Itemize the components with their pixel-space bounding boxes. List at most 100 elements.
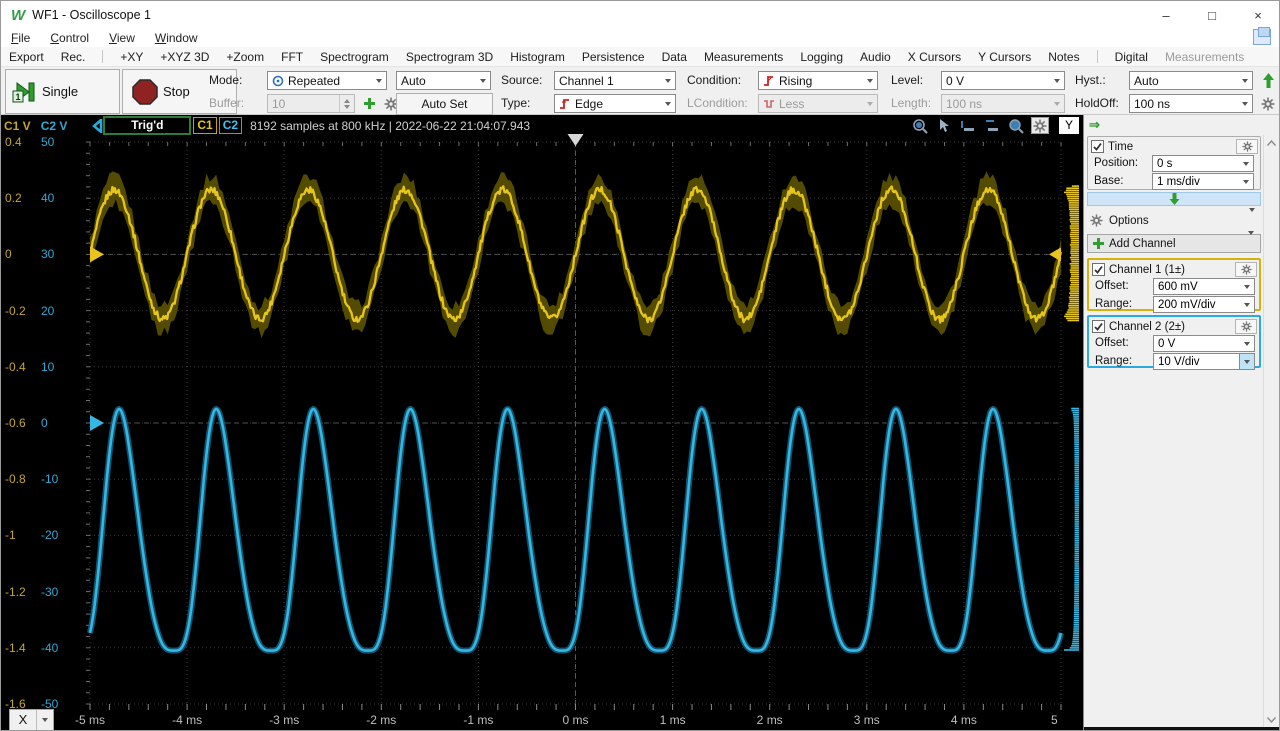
holdoff-select[interactable]: 100 ns: [1129, 94, 1253, 113]
tab-separator: [1096, 50, 1098, 63]
lcondition-label: LCondition:: [687, 96, 748, 110]
chevron-down-icon: [1049, 72, 1064, 89]
tab-rec[interactable]: Rec.: [61, 50, 86, 64]
plot-canvas[interactable]: [1, 115, 1081, 731]
channel1-group: Channel 1 (1±) Offset: 600 mV Range: 200…: [1087, 258, 1261, 313]
hyst-select[interactable]: Auto: [1129, 71, 1253, 90]
time-checkbox[interactable]: [1091, 140, 1104, 153]
tab-histogram[interactable]: Histogram: [510, 50, 565, 64]
chevron-down-icon: [475, 72, 490, 89]
tab-notes[interactable]: Notes: [1048, 50, 1079, 64]
x-axis-button[interactable]: X: [9, 709, 54, 730]
options-row[interactable]: Options: [1087, 207, 1261, 230]
chevron-down-icon: [1239, 174, 1253, 189]
tab-measurements[interactable]: Measurements: [704, 50, 783, 64]
tab-logging[interactable]: Logging: [800, 50, 843, 64]
repeated-icon: [272, 75, 284, 87]
window-title: WF1 - Oscilloscope 1: [32, 8, 151, 22]
buffer-spinner[interactable]: 10: [267, 94, 355, 113]
auto-set-button[interactable]: Auto Set: [396, 93, 493, 115]
panel-run-arrow-icon[interactable]: ⇒: [1089, 117, 1100, 133]
side-panel: ⇒ Time Position: 0 s Base: 1 ms/div Opti…: [1083, 115, 1279, 730]
channel2-gear-icon[interactable]: [1235, 319, 1257, 334]
menu-window[interactable]: Window: [155, 31, 198, 45]
length-label: Length:: [891, 96, 932, 110]
channel2-offset-label: Offset:: [1095, 337, 1129, 349]
add-channel-button[interactable]: Add Channel: [1087, 230, 1261, 253]
tab-zoom[interactable]: +Zoom: [226, 50, 264, 64]
add-channel-label: Add Channel: [1109, 237, 1176, 250]
panel-scrollbar[interactable]: [1263, 135, 1279, 727]
trigger-up-arrow-icon[interactable]: [1258, 71, 1278, 90]
scroll-up-icon[interactable]: [1264, 135, 1279, 150]
scroll-down-icon[interactable]: [1264, 712, 1279, 727]
level-select[interactable]: 0 V: [941, 71, 1065, 90]
tab-y-cursors[interactable]: Y Cursors: [978, 50, 1031, 64]
chevron-down-icon: [1240, 297, 1254, 312]
menu-view[interactable]: View: [109, 31, 135, 45]
tab-spectrogram-3d[interactable]: Spectrogram 3D: [406, 50, 493, 64]
view-tabs-bar: Export Rec. +XY +XYZ 3D +Zoom FFT Spectrogram S…: [1, 47, 1279, 67]
single-button[interactable]: 1 Single: [5, 69, 120, 114]
condition-label: Condition:: [687, 73, 742, 87]
trigger-gear-icon[interactable]: [1258, 94, 1278, 113]
menu-control[interactable]: Control: [50, 31, 89, 45]
type-select[interactable]: Edge: [554, 94, 676, 113]
chevron-down-icon: [1239, 354, 1254, 369]
channel1-offset-select[interactable]: 600 mV: [1153, 278, 1255, 295]
mdi-restore-icon[interactable]: [1253, 27, 1271, 45]
tab-spectrogram[interactable]: Spectrogram: [320, 50, 389, 64]
chevron-down-icon: [1049, 95, 1064, 112]
time-expand-bar[interactable]: [1087, 192, 1261, 206]
channel2-range-select[interactable]: 10 V/div: [1153, 353, 1255, 370]
source-select[interactable]: Channel 1: [554, 71, 676, 90]
add-buffer-icon[interactable]: [359, 94, 379, 113]
position-select[interactable]: 0 s: [1152, 155, 1254, 172]
minimize-button[interactable]: –: [1143, 1, 1189, 29]
tab-separator: [102, 50, 104, 63]
chevron-down-icon: [1239, 156, 1253, 171]
time-title: Time: [1108, 140, 1134, 153]
channel1-range-label: Range:: [1095, 298, 1133, 310]
channel1-gear-icon[interactable]: [1235, 262, 1257, 277]
menu-file[interactable]: File: [11, 31, 30, 45]
chevron-down-icon: [660, 95, 675, 112]
lcondition-select[interactable]: Less: [758, 94, 878, 113]
chevron-down-icon: [862, 95, 877, 112]
mode-select[interactable]: Repeated: [267, 71, 387, 90]
tab-audio[interactable]: Audio: [860, 50, 891, 64]
tab-persistence[interactable]: Persistence: [582, 50, 645, 64]
chevron-down-icon: [1237, 95, 1252, 112]
trigger-mode-select[interactable]: Auto: [396, 71, 491, 90]
close-button[interactable]: ×: [1235, 1, 1279, 29]
options-gear-icon: [1090, 214, 1103, 227]
waveforms-window: W WF1 - Oscilloscope 1 – □ × File Control…: [0, 0, 1280, 731]
channel2-offset-select[interactable]: 0 V: [1153, 335, 1255, 352]
tab-export[interactable]: Export: [9, 50, 44, 64]
tab-digital[interactable]: Digital: [1115, 50, 1148, 64]
time-gear-icon[interactable]: [1236, 139, 1258, 154]
channel1-range-select[interactable]: 200 mV/div: [1153, 296, 1255, 313]
plus-icon: [1093, 238, 1104, 249]
tab-fft[interactable]: FFT: [281, 50, 303, 64]
tab-xy[interactable]: +XY: [120, 50, 143, 64]
green-down-arrow-icon: [1169, 193, 1179, 205]
chevron-down-icon: [1240, 336, 1254, 351]
spinner-arrows-icon[interactable]: [339, 95, 354, 112]
maximize-button[interactable]: □: [1189, 1, 1235, 29]
source-label: Source:: [501, 73, 543, 87]
channel2-checkbox[interactable]: [1092, 320, 1105, 333]
tab-measurements-2[interactable]: Measurements: [1165, 50, 1244, 64]
length-select[interactable]: 100 ns: [941, 94, 1065, 113]
base-select[interactable]: 1 ms/div: [1152, 173, 1254, 190]
svg-text:1: 1: [15, 92, 20, 102]
chevron-down-icon: [371, 72, 386, 89]
chevron-down-icon: [36, 710, 53, 730]
tab-x-cursors[interactable]: X Cursors: [908, 50, 961, 64]
panel-bottom-strip: [1084, 727, 1279, 730]
condition-select[interactable]: Rising: [758, 71, 878, 90]
channel1-checkbox[interactable]: [1092, 263, 1105, 276]
tab-xyz-3d[interactable]: +XYZ 3D: [160, 50, 209, 64]
tab-data[interactable]: Data: [662, 50, 687, 64]
edge-icon: [559, 98, 571, 110]
